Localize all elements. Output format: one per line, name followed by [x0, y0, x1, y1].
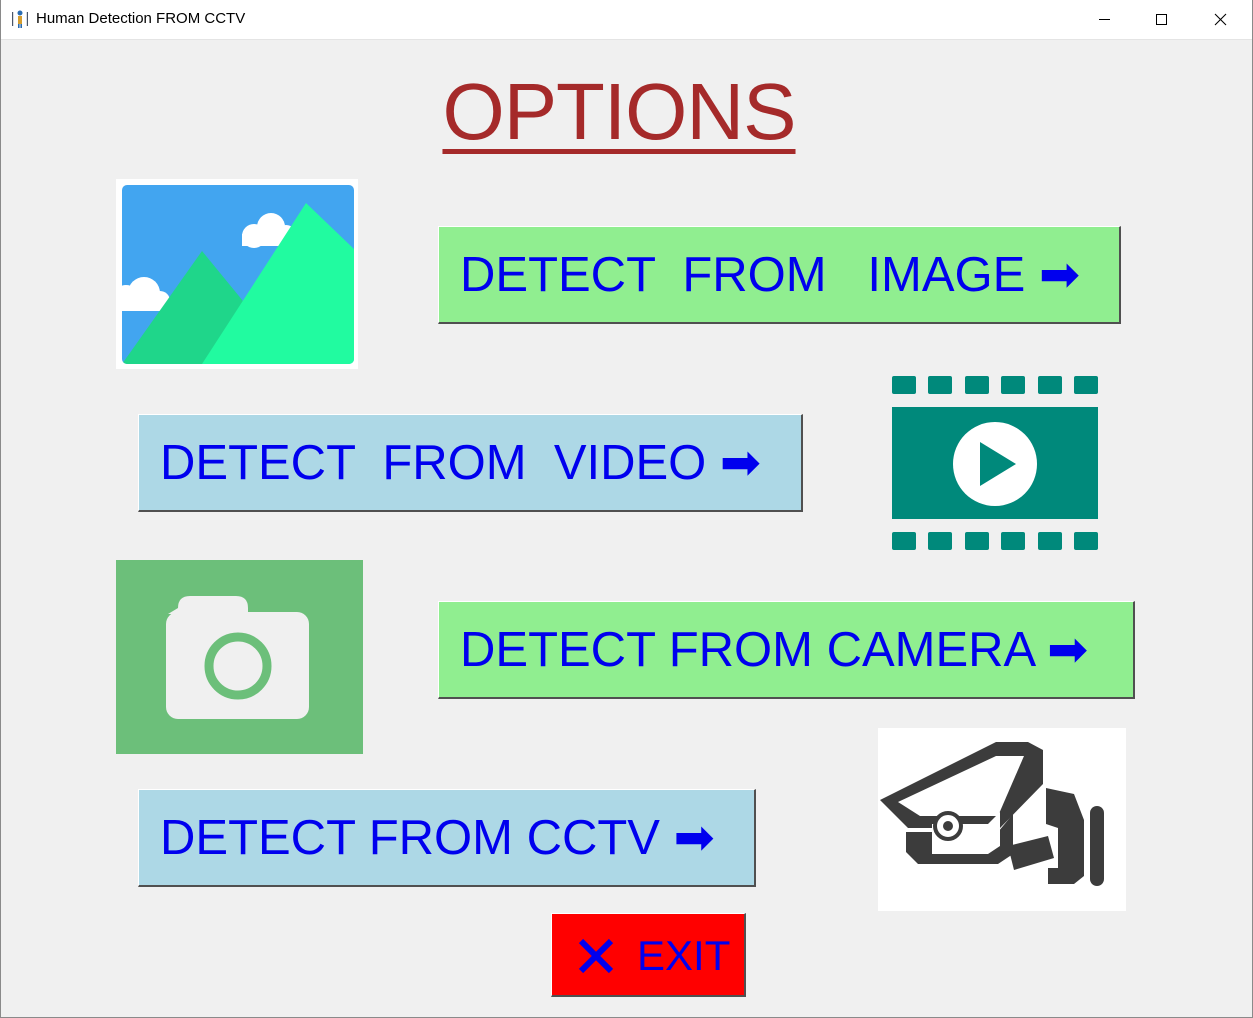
close-x-icon — [578, 938, 614, 974]
title-bar: Human Detection FROM CCTV — [0, 0, 1253, 40]
detect-image-button[interactable]: DETECT FROM IMAGE ➡ — [438, 226, 1121, 324]
cctv-camera-icon — [878, 728, 1126, 911]
app-icon — [12, 10, 28, 28]
detect-video-button[interactable]: DETECT FROM VIDEO ➡ — [138, 414, 803, 512]
page-title: OPTIONS — [442, 67, 796, 156]
image-icon — [116, 179, 358, 369]
detect-video-label: DETECT FROM VIDEO ➡ — [160, 436, 761, 490]
camera-icon — [116, 560, 363, 754]
detect-camera-label: DETECT FROM CAMERA ➡ — [460, 623, 1089, 677]
close-icon — [1214, 13, 1227, 26]
maximize-button[interactable] — [1133, 0, 1191, 39]
detect-image-label: DETECT FROM IMAGE ➡ — [460, 248, 1081, 302]
close-button[interactable] — [1191, 0, 1249, 39]
exit-button[interactable]: EXIT — [551, 913, 746, 997]
detect-cctv-label: DETECT FROM CCTV ➡ — [160, 811, 715, 865]
detect-camera-button[interactable]: DETECT FROM CAMERA ➡ — [438, 601, 1135, 699]
detect-cctv-button[interactable]: DETECT FROM CCTV ➡ — [138, 789, 756, 887]
exit-label: EXIT — [637, 932, 731, 979]
maximize-icon — [1156, 14, 1167, 25]
minimize-button[interactable] — [1075, 0, 1133, 39]
minimize-icon — [1099, 19, 1110, 20]
window-title: Human Detection FROM CCTV — [36, 10, 246, 27]
video-icon — [890, 375, 1100, 553]
